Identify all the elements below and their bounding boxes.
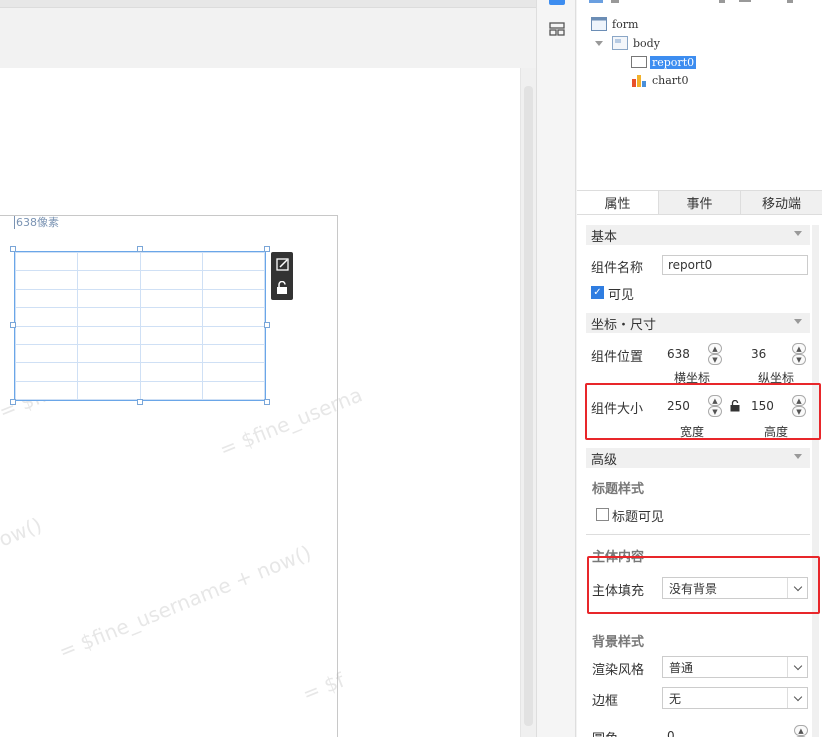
position-y-stepper[interactable]: 36 ▲ ▼: [746, 343, 806, 365]
section-title: 坐标・尺寸: [591, 317, 657, 333]
title-visible-checkbox[interactable]: [596, 508, 609, 521]
chevron-up-icon[interactable]: ▲: [792, 343, 806, 354]
resize-handle[interactable]: [264, 322, 270, 328]
chevron-down-icon[interactable]: [787, 657, 807, 677]
section-basic[interactable]: 基本: [586, 225, 810, 245]
render-style-select[interactable]: 普通: [662, 656, 808, 678]
unlock-icon[interactable]: [271, 276, 293, 300]
report-widget[interactable]: [14, 251, 266, 401]
highlight-fill-box: [587, 556, 820, 614]
stepper-buttons: ▲▼: [792, 343, 806, 365]
corner-radius-value[interactable]: 0: [662, 725, 794, 737]
resize-handle[interactable]: [10, 322, 16, 328]
title-visible-label: 标题可见: [612, 510, 665, 525]
canvas-toolbar-strip: [0, 0, 536, 8]
highlight-size-box: [585, 383, 821, 440]
property-tabs: 属性 事件 移动端: [577, 190, 822, 215]
chevron-down-icon: [794, 454, 802, 459]
stepper-buttons: ▲▼: [708, 343, 722, 365]
tree-node-report0[interactable]: report0: [631, 54, 697, 70]
component-name-input[interactable]: report0: [662, 255, 808, 275]
canvas-margin: [0, 8, 536, 68]
component-tree-tab-icon[interactable]: [549, 0, 565, 5]
visible-checkbox[interactable]: ✓: [591, 286, 604, 299]
chevron-down-icon[interactable]: ▼: [708, 354, 722, 365]
border-value: 无: [669, 691, 682, 706]
position-y-value[interactable]: 36: [746, 343, 792, 365]
corner-radius-stepper[interactable]: 0 ▲▼: [662, 725, 808, 737]
border-label: 边框: [592, 694, 619, 709]
chevron-up-icon[interactable]: ▲: [794, 725, 808, 736]
render-style-label: 渲染风格: [592, 663, 645, 678]
right-panel: form body report0 chart0 属性 事件 移动端 基本 组件…: [577, 0, 822, 737]
resize-handle[interactable]: [10, 399, 16, 405]
chevron-down-icon: [794, 231, 802, 236]
resize-handle[interactable]: [137, 399, 143, 405]
tree-node-label: form: [612, 17, 639, 31]
resize-handle[interactable]: [137, 246, 143, 252]
tree-node-label: chart0: [652, 73, 689, 87]
chevron-down-icon: [794, 319, 802, 324]
resize-handle[interactable]: [264, 399, 270, 405]
designer-window: 638像素 = $fine_username + now() = $fine_u…: [0, 0, 822, 737]
tree-node-form[interactable]: form: [591, 16, 638, 32]
report-grid: [14, 251, 266, 401]
stepper-buttons: ▲▼: [794, 725, 808, 737]
chevron-down-icon[interactable]: [787, 688, 807, 708]
chevron-down-icon[interactable]: ▼: [792, 354, 806, 365]
divider: [586, 534, 810, 535]
canvas-vertical-scrollbar[interactable]: [520, 68, 536, 737]
background-style-heading: 背景样式: [592, 635, 645, 650]
body-icon: [612, 36, 628, 50]
widget-tree: form body report0 chart0: [577, 0, 822, 190]
edit-icon[interactable]: [271, 252, 293, 276]
tab-events[interactable]: 事件: [659, 191, 741, 214]
tree-node-label: body: [633, 36, 660, 50]
tree-node-label: report0: [650, 55, 697, 69]
side-icon-strip: [536, 0, 576, 737]
tree-node-body[interactable]: body: [595, 35, 660, 51]
chart-icon: [632, 75, 646, 87]
position-x-stepper[interactable]: 638 ▲ ▼: [662, 343, 722, 365]
render-style-value: 普通: [669, 660, 694, 675]
properties-scrollbar[interactable]: [812, 225, 819, 737]
report-icon: [631, 56, 647, 68]
position-x-value[interactable]: 638: [662, 343, 708, 365]
component-name-label: 组件名称: [591, 261, 644, 276]
tab-mobile[interactable]: 移动端: [741, 191, 822, 214]
title-style-heading: 标题样式: [592, 482, 645, 497]
tree-node-chart0[interactable]: chart0: [631, 72, 688, 88]
resize-handle[interactable]: [10, 246, 16, 252]
widget-float-toolbar: [271, 252, 293, 300]
tab-properties[interactable]: 属性: [577, 191, 659, 214]
section-advanced[interactable]: 高级: [586, 448, 810, 468]
section-title: 基本: [591, 229, 618, 245]
chevron-up-icon[interactable]: ▲: [708, 343, 722, 354]
resize-handle[interactable]: [264, 246, 270, 252]
tree-toolbar-icons: [589, 0, 793, 3]
layout-icon[interactable]: [549, 22, 565, 36]
visible-label: 可见: [608, 288, 635, 303]
collapse-caret-icon[interactable]: [595, 40, 603, 46]
scrollbar-thumb[interactable]: [524, 86, 533, 726]
form-icon: [591, 17, 607, 31]
corner-radius-label: 圆角: [592, 728, 618, 737]
position-label: 组件位置: [591, 350, 644, 365]
position-ruler-label: 638像素: [14, 216, 59, 229]
section-title: 高级: [591, 452, 618, 468]
border-select[interactable]: 无: [662, 687, 808, 709]
section-coords-size[interactable]: 坐标・尺寸: [586, 313, 810, 333]
